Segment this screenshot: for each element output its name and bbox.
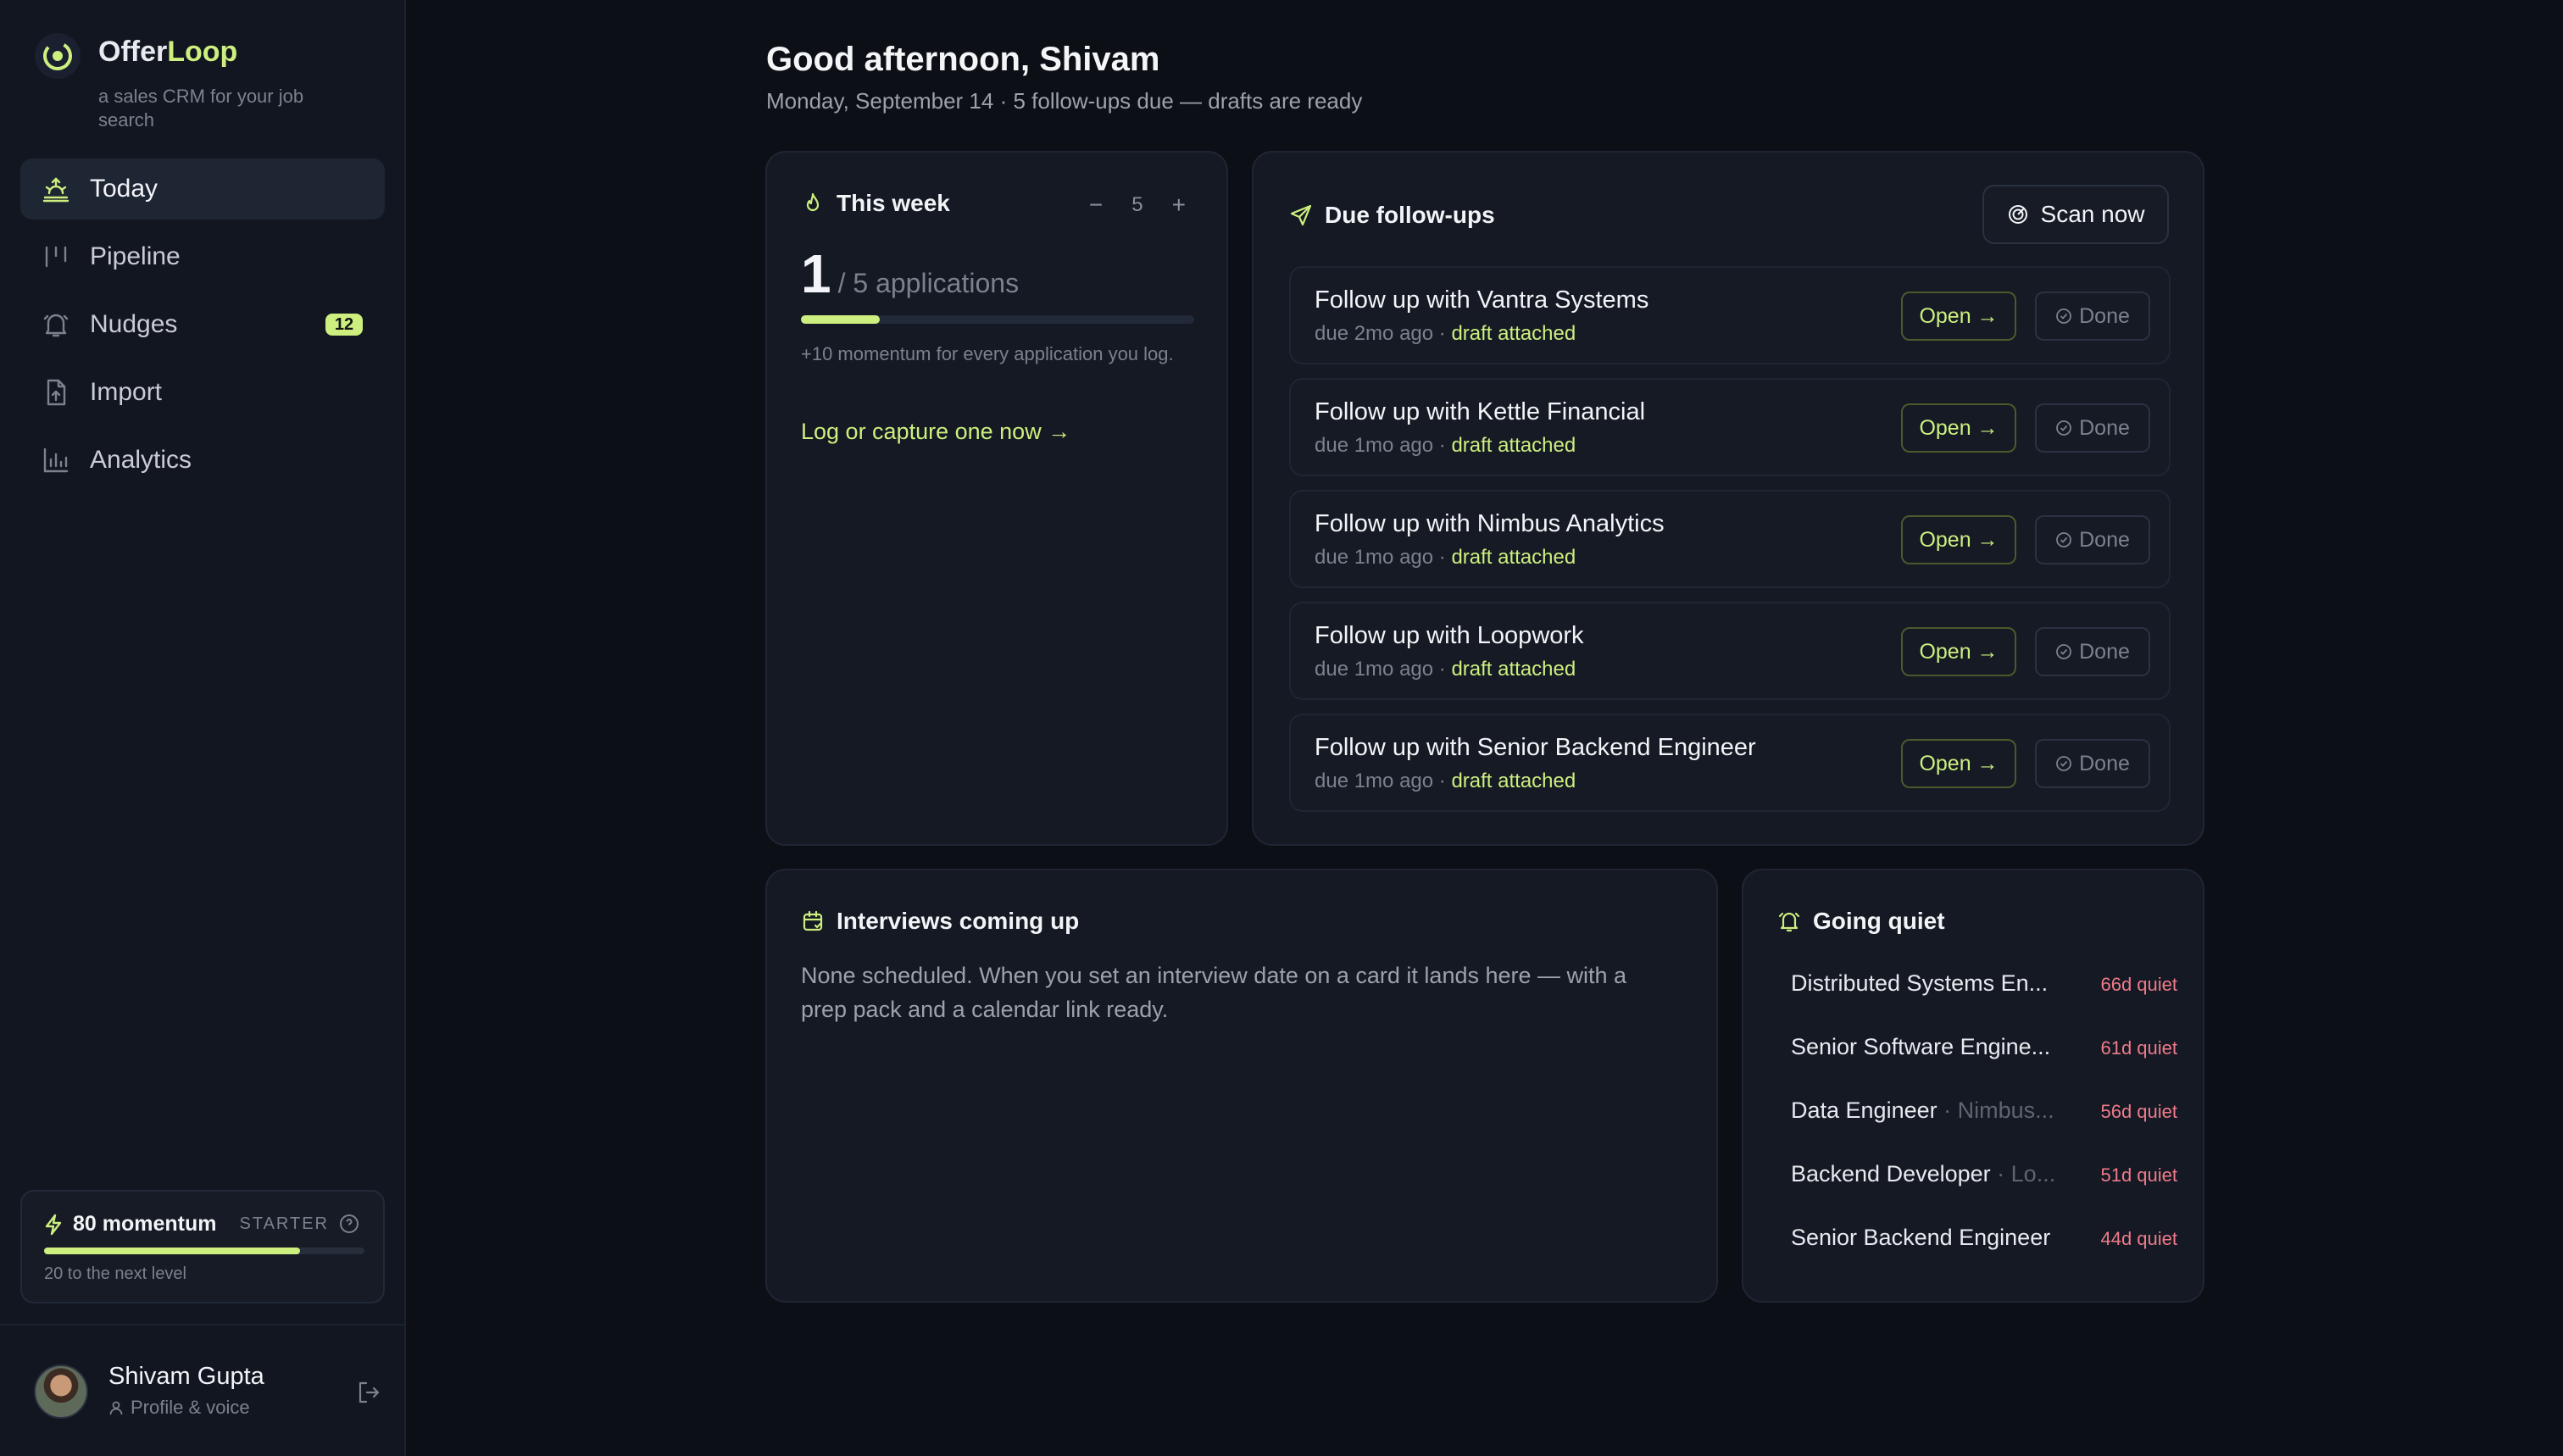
bell-icon: [41, 309, 71, 340]
list-item[interactable]: Senior Backend Engineer 44d quiet: [1791, 1225, 2177, 1288]
momentum-note: +10 momentum for every application you l…: [801, 343, 1174, 364]
momentum-progress-fill: [44, 1248, 301, 1254]
bolt-icon: [45, 1214, 62, 1235]
interviews-title: Interviews coming up: [801, 908, 1079, 935]
quiet-duration: 61d quiet: [2100, 1037, 2177, 1059]
sidebar-nav: Today Pipeline Nudges 12 Import Analytic…: [20, 158, 385, 497]
sunrise-icon: [41, 174, 71, 204]
list-item[interactable]: Distributed Systems En... 66d quiet: [1791, 970, 2177, 1034]
list-item[interactable]: Backend Developer · Lo... 51d quiet: [1791, 1161, 2177, 1225]
weekly-progress-bar: [801, 315, 1194, 324]
momentum-widget[interactable]: 80 momentum STARTER 20 to the next level: [20, 1190, 385, 1303]
going-quiet-title: Going quiet: [1777, 908, 1945, 935]
going-quiet-list: Distributed Systems En... 66d quiet Seni…: [1791, 970, 2177, 1288]
followup-item[interactable]: Follow up with Loopwork due 1mo ago · dr…: [1289, 602, 2171, 700]
logout-icon[interactable]: [356, 1380, 381, 1405]
interviews-card: Interviews coming up None scheduled. Whe…: [765, 869, 1718, 1303]
momentum-next-level: 20 to the next level: [44, 1264, 186, 1283]
applications-count: 1 / 5 applications: [801, 243, 1020, 304]
weekly-goal-stepper: − 5 +: [1089, 192, 1186, 219]
done-button[interactable]: Done: [2035, 739, 2150, 788]
going-quiet-card: Going quiet Distributed Systems En... 66…: [1742, 869, 2204, 1303]
increase-goal-button[interactable]: +: [1172, 192, 1186, 219]
open-button[interactable]: Open →: [1901, 739, 2016, 788]
profile-name: Shivam Gupta: [108, 1363, 264, 1390]
this-week-title: This week: [801, 190, 950, 217]
done-button[interactable]: Done: [2035, 515, 2150, 564]
sidebar-item-label: Import: [90, 378, 163, 406]
sidebar-item-label: Today: [90, 175, 158, 203]
send-icon: [1290, 204, 1312, 226]
sidebar-item-label: Pipeline: [90, 242, 181, 270]
sidebar: OfferLoop a sales CRM for your job searc…: [0, 0, 406, 1456]
sidebar-item-import[interactable]: Import: [20, 362, 385, 423]
sidebar-item-nudges[interactable]: Nudges 12: [20, 294, 385, 355]
check-circle-icon: [2056, 644, 2072, 659]
open-button[interactable]: Open →: [1901, 403, 2016, 453]
interviews-empty-state: None scheduled. When you set an intervie…: [801, 963, 1627, 1022]
momentum-progress-bar: [44, 1248, 364, 1254]
sidebar-item-label: Nudges: [90, 310, 178, 338]
offerloop-logo-icon: [35, 33, 81, 79]
user-icon: [109, 1401, 123, 1415]
profile-voice-link[interactable]: Profile & voice: [108, 1397, 250, 1419]
app-name: OfferLoop: [98, 36, 238, 68]
nudges-count-badge: 12: [325, 314, 363, 336]
done-button[interactable]: Done: [2035, 403, 2150, 453]
flame-icon: [806, 192, 820, 212]
done-button[interactable]: Done: [2035, 627, 2150, 676]
check-circle-icon: [2056, 308, 2072, 324]
sidebar-divider: [0, 1324, 406, 1325]
quiet-duration: 44d quiet: [2100, 1228, 2177, 1249]
open-button[interactable]: Open →: [1901, 292, 2016, 341]
followup-item[interactable]: Follow up with Kettle Financial due 1mo …: [1289, 378, 2171, 476]
sidebar-item-label: Analytics: [90, 446, 192, 474]
open-button[interactable]: Open →: [1901, 627, 2016, 676]
due-followups-card: Due follow-ups Scan now Follow up with V…: [1252, 151, 2204, 846]
log-application-link[interactable]: Log or capture one now →: [801, 419, 1070, 445]
help-icon[interactable]: [339, 1214, 359, 1234]
bar-chart-icon: [41, 445, 71, 475]
weekly-goal-value: 5: [1131, 193, 1143, 216]
avatar[interactable]: [34, 1364, 88, 1419]
followup-item[interactable]: Follow up with Nimbus Analytics due 1mo …: [1289, 490, 2171, 588]
radar-icon: [2008, 205, 2027, 224]
momentum-title: 80 momentum: [44, 1212, 216, 1236]
followup-item[interactable]: Follow up with Vantra Systems due 2mo ag…: [1289, 266, 2171, 364]
followup-item[interactable]: Follow up with Senior Backend Engineer d…: [1289, 714, 2171, 812]
check-circle-icon: [2056, 532, 2072, 547]
calendar-icon: [803, 910, 823, 931]
momentum-tier: STARTER: [240, 1214, 360, 1234]
scan-now-button[interactable]: Scan now: [1982, 185, 2169, 244]
file-upload-icon: [41, 377, 71, 408]
check-circle-icon: [2056, 420, 2072, 436]
profile-section[interactable]: Shivam Gupta Profile & voice: [34, 1361, 381, 1422]
due-followups-title: Due follow-ups: [1289, 202, 1495, 229]
quiet-duration: 51d quiet: [2100, 1164, 2177, 1186]
list-item[interactable]: Senior Software Engine... 61d quiet: [1791, 1034, 2177, 1098]
sidebar-item-pipeline[interactable]: Pipeline: [20, 226, 385, 287]
quiet-duration: 56d quiet: [2100, 1101, 2177, 1122]
brand[interactable]: OfferLoop: [34, 32, 237, 80]
quiet-duration: 66d quiet: [2100, 974, 2177, 995]
app-tagline: a sales CRM for your job search: [98, 86, 304, 131]
bell-ring-icon: [1778, 912, 1800, 932]
sidebar-item-analytics[interactable]: Analytics: [20, 430, 385, 491]
weekly-progress-fill: [801, 315, 880, 324]
this-week-card: This week − 5 + 1 / 5 applications +10 m…: [765, 151, 1228, 846]
page-title: Good afternoon, Shivam: [766, 41, 1160, 78]
list-item[interactable]: Data Engineer · Nimbus... 56d quiet: [1791, 1098, 2177, 1161]
open-button[interactable]: Open →: [1901, 515, 2016, 564]
columns-icon: [41, 242, 71, 272]
sidebar-item-today[interactable]: Today: [20, 158, 385, 220]
check-circle-icon: [2056, 756, 2072, 771]
done-button[interactable]: Done: [2035, 292, 2150, 341]
page-subtitle: Monday, September 14 · 5 follow-ups due …: [766, 88, 1363, 114]
followups-list: Follow up with Vantra Systems due 2mo ag…: [1289, 266, 2171, 825]
decrease-goal-button[interactable]: −: [1089, 192, 1103, 219]
